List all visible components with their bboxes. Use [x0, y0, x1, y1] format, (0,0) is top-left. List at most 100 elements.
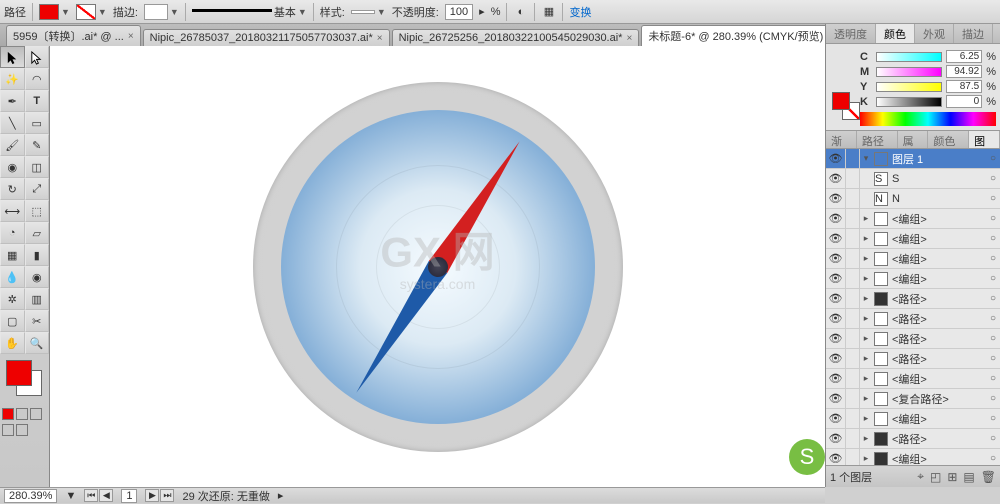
fill-swatch[interactable]	[39, 4, 59, 20]
layer-name[interactable]: <编组>	[890, 271, 986, 287]
value-m[interactable]: 94.92	[946, 65, 982, 78]
layer-row[interactable]: 👁▸<编组>○	[826, 209, 1000, 229]
magic-wand-tool[interactable]: ✨	[0, 68, 25, 90]
visibility-toggle[interactable]: 👁	[826, 189, 846, 208]
slider-y[interactable]	[876, 82, 942, 92]
lock-toggle[interactable]	[846, 169, 860, 188]
layer-name[interactable]: N	[890, 193, 986, 205]
artboard-field[interactable]: 1	[121, 489, 137, 503]
expand-icon[interactable]: ▸	[860, 313, 872, 324]
layer-name[interactable]: <路径>	[890, 331, 986, 347]
direct-select-tool[interactable]	[25, 46, 50, 68]
expand-icon[interactable]: ▸	[860, 413, 872, 424]
visibility-toggle[interactable]: 👁	[826, 369, 846, 388]
lock-toggle[interactable]	[846, 409, 860, 428]
artboard[interactable]: GX 网 systera.com	[50, 46, 825, 487]
perspective-tool[interactable]: ▱	[25, 222, 50, 244]
expand-icon[interactable]: ▸	[860, 333, 872, 344]
doc-tab-2[interactable]: Nipic_26725256_20180322100545029030.ai*×	[392, 29, 640, 46]
rectangle-tool[interactable]: ▭	[25, 112, 50, 134]
tab-gradient[interactable]: 渐变	[826, 131, 857, 148]
expand-icon[interactable]: ▸	[860, 213, 872, 224]
close-icon[interactable]: ×	[128, 31, 134, 42]
make-clip-icon[interactable]: ◰	[930, 470, 941, 484]
stroke-dash[interactable]: 基本▼	[192, 4, 307, 20]
opacity-value[interactable]: 100	[445, 4, 473, 20]
visibility-toggle[interactable]: 👁	[826, 269, 846, 288]
target-icon[interactable]: ○	[986, 173, 1000, 184]
new-sublayer-icon[interactable]: ⊞	[947, 470, 957, 484]
target-icon[interactable]: ○	[986, 453, 1000, 464]
value-k[interactable]: 0	[946, 95, 982, 108]
layer-row[interactable]: 👁▸<路径>○	[826, 349, 1000, 369]
visibility-toggle[interactable]: 👁	[826, 329, 846, 348]
align-icon[interactable]: ▦	[541, 4, 556, 19]
layer-name[interactable]: <编组>	[890, 211, 986, 227]
layer-name[interactable]: <编组>	[890, 411, 986, 427]
layer-name[interactable]: <编组>	[890, 231, 986, 247]
doc-tab-1[interactable]: Nipic_26785037_20180321175057703037.ai*×	[143, 29, 390, 46]
layer-name[interactable]: <路径>	[890, 431, 986, 447]
target-icon[interactable]: ○	[986, 293, 1000, 304]
first-icon[interactable]: ⏮	[84, 489, 98, 502]
rotate-tool[interactable]: ↻	[0, 178, 25, 200]
layer-list[interactable]: 👁▾图层 1○👁SS○👁NN○👁▸<编组>○👁▸<编组>○👁▸<编组>○👁▸<编…	[826, 149, 1000, 465]
lock-toggle[interactable]	[846, 389, 860, 408]
prev-icon[interactable]: ◀	[99, 489, 113, 502]
screen-full[interactable]	[16, 424, 28, 436]
lock-toggle[interactable]	[846, 449, 860, 465]
lock-toggle[interactable]	[846, 249, 860, 268]
target-icon[interactable]: ○	[986, 393, 1000, 404]
paintbrush-tool[interactable]: 🖌	[0, 134, 25, 156]
expand-icon[interactable]: ▾	[860, 153, 872, 164]
mesh-tool[interactable]: ▦	[0, 244, 25, 266]
close-icon[interactable]: ×	[377, 33, 383, 44]
target-icon[interactable]: ○	[986, 333, 1000, 344]
zoom-field[interactable]: 280.39%	[4, 489, 57, 503]
locate-icon[interactable]: ⌖	[917, 469, 924, 484]
layer-name[interactable]: <路径>	[890, 291, 986, 307]
layer-row[interactable]: 👁▸<路径>○	[826, 289, 1000, 309]
tab-swatches[interactable]: 颜色库	[928, 131, 969, 148]
shape-builder-tool[interactable]: ◔	[0, 222, 25, 244]
line-tool[interactable]: ╲	[0, 112, 25, 134]
expand-icon[interactable]: ▸	[860, 353, 872, 364]
mode-gradient[interactable]	[16, 408, 28, 420]
expand-icon[interactable]: ▸	[860, 433, 872, 444]
fill-swatch-dd[interactable]: ▼	[39, 4, 70, 20]
target-icon[interactable]: ○	[986, 353, 1000, 364]
visibility-toggle[interactable]: 👁	[826, 169, 846, 188]
layer-row[interactable]: 👁▸<路径>○	[826, 309, 1000, 329]
tab-stroke[interactable]: 描边	[954, 24, 993, 43]
lock-toggle[interactable]	[846, 369, 860, 388]
lock-toggle[interactable]	[846, 349, 860, 368]
pen-tool[interactable]: ✒	[0, 90, 25, 112]
visibility-toggle[interactable]: 👁	[826, 429, 846, 448]
layer-name[interactable]: <编组>	[890, 251, 986, 267]
layer-row[interactable]: 👁▸<编组>○	[826, 449, 1000, 465]
expand-icon[interactable]: ▸	[860, 293, 872, 304]
tab-transparency[interactable]: 透明度	[826, 24, 876, 43]
gradient-tool[interactable]: ▮	[25, 244, 50, 266]
layer-row[interactable]: 👁▸<编组>○	[826, 249, 1000, 269]
spectrum-bar[interactable]	[860, 112, 996, 126]
expand-icon[interactable]: ▸	[860, 273, 872, 284]
layer-name[interactable]: S	[890, 173, 986, 185]
fill-stroke-block[interactable]	[0, 354, 49, 406]
free-transform-tool[interactable]: ⬚	[25, 200, 50, 222]
transform-link[interactable]: 变换	[569, 4, 591, 20]
expand-icon[interactable]: ▸	[860, 393, 872, 404]
value-c[interactable]: 6.25	[946, 50, 982, 63]
layer-row[interactable]: 👁▾图层 1○	[826, 149, 1000, 169]
target-icon[interactable]: ○	[986, 233, 1000, 244]
lock-toggle[interactable]	[846, 429, 860, 448]
visibility-toggle[interactable]: 👁	[826, 229, 846, 248]
eyedropper-tool[interactable]: 💧	[0, 266, 25, 288]
value-y[interactable]: 87.5	[946, 80, 982, 93]
stroke-weight[interactable]: ▼	[144, 4, 179, 20]
width-tool[interactable]: ⟷	[0, 200, 25, 222]
eraser-tool[interactable]: ◫	[25, 156, 50, 178]
layer-row[interactable]: 👁▸<路径>○	[826, 429, 1000, 449]
visibility-toggle[interactable]: 👁	[826, 309, 846, 328]
target-icon[interactable]: ○	[986, 213, 1000, 224]
